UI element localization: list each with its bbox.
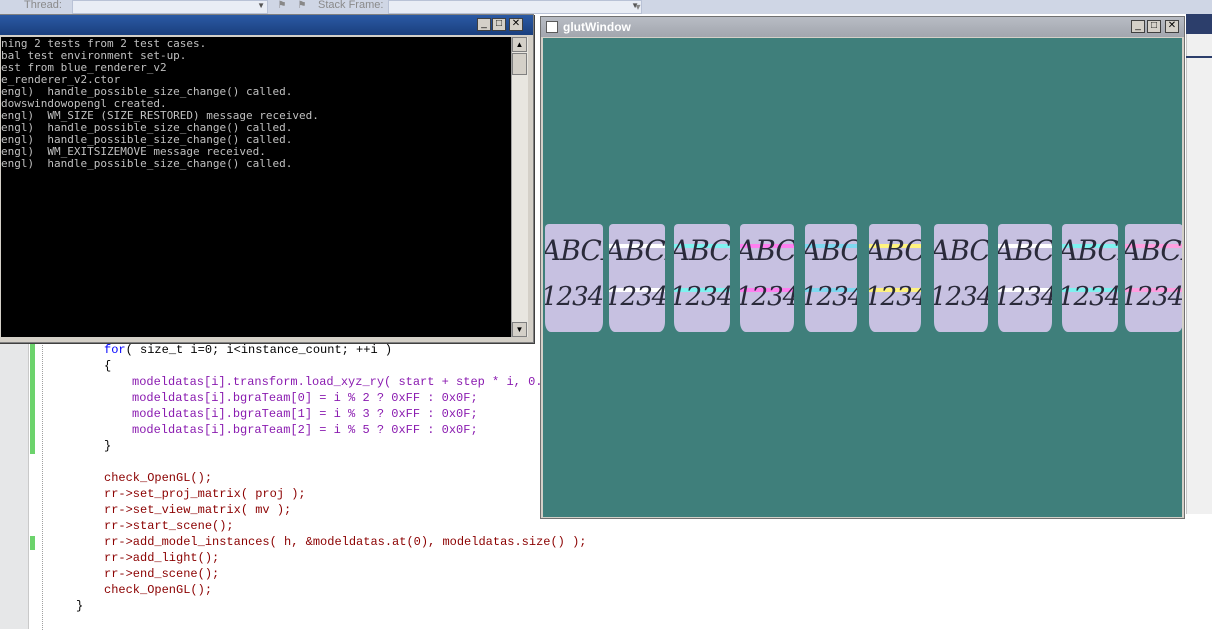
code-text: ( size_t i=0; i<instance_count; ++i ) [125, 343, 393, 357]
console-line: engl) handle_possible_size_change() call… [1, 157, 293, 170]
dock-divider [1186, 56, 1212, 58]
tile-letters: ABCDEF [805, 234, 857, 267]
tile-letters: ABCDEF [998, 234, 1052, 267]
tile-numbers: 123456 [674, 282, 730, 312]
code-line[interactable]: modeldatas[i].bgraTeam[0] = i % 2 ? 0xFF… [132, 390, 478, 406]
maximize-button[interactable]: □ [1147, 20, 1161, 33]
console-titlebar[interactable]: _ □ ✕ [0, 15, 533, 35]
dock-panel [1186, 34, 1212, 514]
textured-model: ABCDEF 123456 [869, 224, 921, 332]
flags-icon[interactable]: ⚑ [296, 0, 308, 12]
tile-numbers: 123456 [869, 282, 921, 312]
code-line[interactable]: check_OpenGL(); [104, 582, 212, 598]
console-window[interactable]: _ □ ✕ ning 2 tests from 2 test cases. ba… [0, 14, 534, 343]
toolbar-overflow-icon[interactable]: ▾ [632, 2, 644, 14]
app-icon [546, 21, 558, 33]
textured-model: ABCDEF 123456 [609, 224, 665, 332]
code-line[interactable]: } [104, 438, 111, 454]
tile-numbers: 123456 [545, 282, 603, 312]
textured-model: ABCDEF 123456 [934, 224, 988, 332]
debug-toolbar: Thread: ▼ ⚑ ⚑ Stack Frame: ▼ ▾ [0, 0, 1212, 15]
tile-numbers: 123456 [805, 282, 857, 312]
tile-numbers: 123456 [934, 282, 988, 312]
tile-letters: ABCDEF [934, 234, 988, 267]
minimize-button[interactable]: _ [1131, 20, 1145, 33]
code-line[interactable]: rr->end_scene(); [104, 566, 219, 582]
dock-tab[interactable] [1186, 14, 1212, 34]
code-line[interactable]: } [76, 598, 83, 614]
keyword: for [104, 343, 126, 357]
glut-window[interactable]: glutWindow _ □ ✕ ABCDEF 123456 ABCDEF 12… [540, 16, 1185, 519]
code-line[interactable]: modeldatas[i].transform.load_xyz_ry( sta… [132, 374, 557, 390]
tile-letters: ABCDEF [545, 234, 603, 267]
window-title: glutWindow [563, 20, 631, 34]
code-line[interactable]: check_OpenGL(); [104, 470, 212, 486]
textured-model: ABCDEF 123456 [1125, 224, 1182, 332]
code-line[interactable]: rr->set_proj_matrix( proj ); [104, 486, 306, 502]
flag-icon[interactable]: ⚑ [276, 0, 288, 12]
chevron-down-icon: ▼ [257, 1, 265, 10]
tile-letters: ABCDEF [609, 234, 665, 267]
code-line[interactable]: modeldatas[i].bgraTeam[1] = i % 3 ? 0xFF… [132, 406, 478, 422]
tile-letters: ABCDEF [869, 234, 921, 267]
textured-model: ABCDEF 123456 [998, 224, 1052, 332]
close-button[interactable]: ✕ [509, 18, 523, 31]
console-scrollbar[interactable]: ▲ ▼ [511, 37, 528, 337]
textured-model: ABCDEF 123456 [545, 224, 603, 332]
tile-numbers: 123456 [998, 282, 1052, 312]
tile-letters: ABCDEF [1062, 234, 1118, 267]
maximize-button[interactable]: □ [492, 18, 506, 31]
code-line[interactable]: rr->add_light(); [104, 550, 219, 566]
glut-titlebar[interactable]: glutWindow _ □ ✕ [541, 17, 1184, 37]
close-button[interactable]: ✕ [1165, 20, 1179, 33]
tile-letters: ABCDEF [674, 234, 730, 267]
tile-numbers: 123456 [609, 282, 665, 312]
stack-frame-dropdown[interactable]: ▼ [388, 0, 642, 14]
textured-model: ABCDEF 123456 [674, 224, 730, 332]
change-indicator [30, 344, 35, 454]
tile-letters: ABCDEF [740, 234, 794, 267]
change-indicator [30, 536, 35, 550]
stack-frame-label: Stack Frame: [318, 0, 384, 11]
thread-dropdown[interactable]: ▼ [72, 0, 268, 14]
textured-model: ABCDEF 123456 [1062, 224, 1118, 332]
code-line[interactable]: for( size_t i=0; i<instance_count; ++i ) [104, 342, 392, 358]
code-line[interactable]: rr->set_view_matrix( mv ); [104, 502, 291, 518]
textured-model: ABCDEF 123456 [805, 224, 857, 332]
tile-numbers: 123456 [740, 282, 794, 312]
minimize-button[interactable]: _ [477, 18, 491, 31]
code-line[interactable]: { [104, 358, 111, 374]
code-line[interactable]: rr->add_model_instances( h, &modeldatas.… [104, 534, 586, 550]
outline-margin [42, 340, 43, 630]
scroll-down-icon[interactable]: ▼ [512, 322, 527, 337]
tile-numbers: 123456 [1062, 282, 1118, 312]
scroll-up-icon[interactable]: ▲ [512, 37, 527, 52]
thread-label: Thread: [24, 0, 62, 11]
console-output[interactable]: ning 2 tests from 2 test cases. bal test… [1, 37, 511, 337]
tile-letters: ABCDEF [1125, 234, 1182, 267]
code-line[interactable]: modeldatas[i].bgraTeam[2] = i % 5 ? 0xFF… [132, 422, 478, 438]
render-canvas[interactable]: ABCDEF 123456 ABCDEF 123456 ABCDEF 12345… [543, 38, 1182, 517]
textured-model: ABCDEF 123456 [740, 224, 794, 332]
tile-numbers: 123456 [1125, 282, 1182, 312]
scroll-thumb[interactable] [512, 53, 527, 75]
code-line[interactable]: rr->start_scene(); [104, 518, 234, 534]
